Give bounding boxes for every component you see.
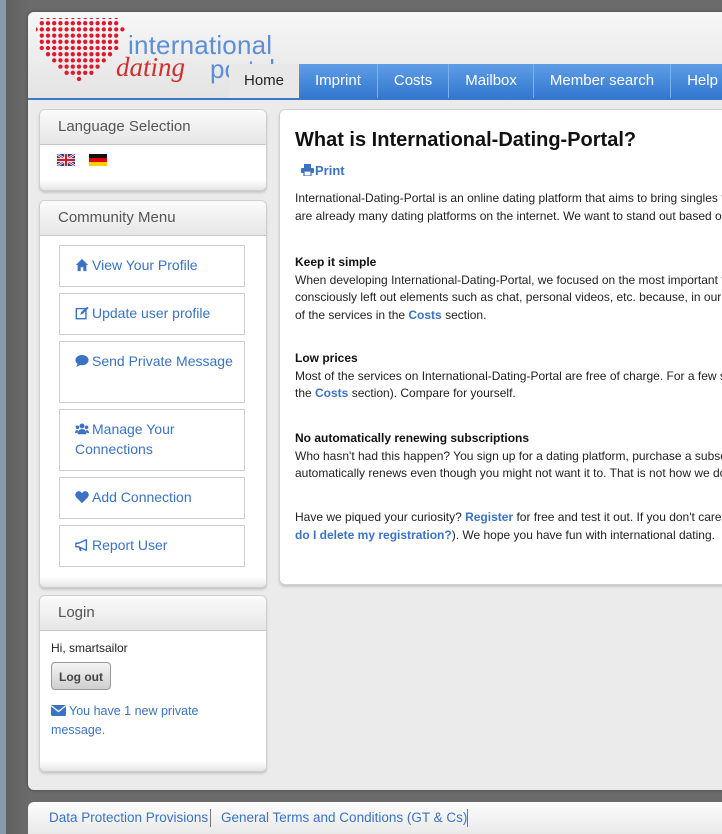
add-connection-button[interactable]: Add Connection xyxy=(59,477,245,519)
report-user-button[interactable]: Report User xyxy=(59,525,245,567)
panel-footer xyxy=(40,180,266,190)
report-user-label: Report User xyxy=(92,537,168,553)
intro-line-1: International-Dating-Portal is an online… xyxy=(295,191,722,205)
manage-connections-label: Manage Your Connections xyxy=(75,421,175,457)
nav-mailbox[interactable]: Mailbox xyxy=(449,64,534,98)
section2-line-2-end: section). Compare for yourself. xyxy=(348,386,516,400)
users-icon xyxy=(75,423,89,435)
section1-line-3-end: section. xyxy=(441,307,487,322)
low-prices-heading: Low prices xyxy=(295,351,358,365)
no-renewal-section: No automatically renewing subscriptions … xyxy=(295,430,722,483)
nav-help[interactable]: Help xyxy=(671,64,722,98)
home-icon xyxy=(75,258,89,272)
send-private-message-label: Send Private Message xyxy=(92,353,233,369)
site-footer: Data Protection Provisions General Terms… xyxy=(28,802,722,834)
envelope-icon xyxy=(51,705,66,716)
low-prices-section: Low prices Most of the services on Inter… xyxy=(295,350,722,403)
keep-it-simple-section: Keep it simple When developing Internati… xyxy=(295,254,722,324)
section1-line-1: When developing International-Dating-Por… xyxy=(295,272,722,287)
uk-flag-icon[interactable] xyxy=(57,154,75,166)
delete-registration-link[interactable]: do I delete my registration? xyxy=(295,528,452,542)
closing-paragraph: Have we piqued your curiosity? Register … xyxy=(295,509,722,544)
register-link[interactable]: Register xyxy=(465,510,513,524)
panel-footer xyxy=(40,761,266,771)
send-private-message-button[interactable]: Send Private Message xyxy=(59,341,245,403)
window-edge xyxy=(0,0,6,834)
costs-link[interactable]: Costs xyxy=(408,308,441,322)
main-nav: Home Imprint Costs Mailbox Member search… xyxy=(229,64,722,98)
language-panel: Language Selection xyxy=(39,109,267,191)
print-label: Print xyxy=(315,163,345,178)
data-protection-link[interactable]: Data Protection Provisions xyxy=(49,810,208,825)
page-container: international dating portal Home Imprint… xyxy=(28,12,722,790)
heart-logo-icon xyxy=(36,18,125,82)
nav-imprint[interactable]: Imprint xyxy=(299,64,378,98)
bullhorn-icon xyxy=(75,539,88,552)
closing-line-1-start: Have we piqued your curiosity? xyxy=(295,510,466,524)
printer-icon xyxy=(301,164,314,177)
section2-line-1: Most of the services on International-Da… xyxy=(295,368,722,383)
section3-line-2: automatically renews even though you mig… xyxy=(295,466,722,480)
keep-it-simple-heading: Keep it simple xyxy=(295,255,377,269)
closing-line-1-end: for free and test it out. If you don't c… xyxy=(513,510,722,524)
main-content: What is International-Dating-Portal? Pri… xyxy=(279,109,722,585)
community-menu-panel: Community Menu View Your Profile Update … xyxy=(39,200,267,588)
costs-link-2[interactable]: Costs xyxy=(315,386,348,400)
manage-connections-button[interactable]: Manage Your Connections xyxy=(59,409,245,471)
terms-link[interactable]: General Terms and Conditions (GT & Cs) xyxy=(221,810,467,825)
nav-member-search[interactable]: Member search xyxy=(534,64,672,98)
site-header: international dating portal Home Imprint… xyxy=(28,12,722,100)
nav-costs[interactable]: Costs xyxy=(378,64,450,98)
login-greeting: Hi, smartsailor xyxy=(51,641,128,655)
de-flag-icon[interactable] xyxy=(89,154,107,166)
view-profile-label: View Your Profile xyxy=(92,257,198,273)
chat-icon xyxy=(75,355,89,368)
language-panel-title: Language Selection xyxy=(40,110,266,145)
section1-line-2: consciously left out elements such as ch… xyxy=(295,290,722,304)
logo-text-dating: dating xyxy=(116,52,186,82)
logout-button[interactable]: Log out xyxy=(51,662,111,690)
view-profile-button[interactable]: View Your Profile xyxy=(59,245,245,287)
closing-line-2-end: ). We hope you have fun with internation… xyxy=(451,527,715,542)
edit-icon xyxy=(75,306,89,320)
page-title: What is International-Dating-Portal? xyxy=(295,129,637,151)
community-menu-title: Community Menu xyxy=(40,201,266,236)
new-message-text: You have 1 new private message. xyxy=(51,704,199,737)
intro-line-2: are already many dating platforms on the… xyxy=(295,208,722,223)
intro-paragraph: International-Dating-Portal is an online… xyxy=(295,190,722,225)
footer-divider xyxy=(210,809,211,827)
login-panel-title: Login xyxy=(40,596,266,631)
update-profile-button[interactable]: Update user profile xyxy=(59,293,245,335)
nav-home[interactable]: Home xyxy=(229,64,300,98)
no-renewal-heading: No automatically renewing subscriptions xyxy=(295,431,530,445)
section3-line-1: Who hasn't had this happen? You sign up … xyxy=(295,448,722,463)
section2-line-2-start: the xyxy=(295,386,316,400)
new-message-link[interactable]: You have 1 new private message. xyxy=(51,702,231,740)
add-connection-label: Add Connection xyxy=(92,489,192,505)
heart-icon xyxy=(75,491,89,504)
section1-line-3-start: of the services in the xyxy=(295,307,409,322)
login-panel: Login Hi, smartsailor Log out You have 1… xyxy=(39,595,267,772)
update-profile-label: Update user profile xyxy=(92,305,211,321)
panel-footer xyxy=(40,577,266,587)
footer-divider xyxy=(467,809,468,827)
print-button[interactable]: Print xyxy=(301,163,345,178)
